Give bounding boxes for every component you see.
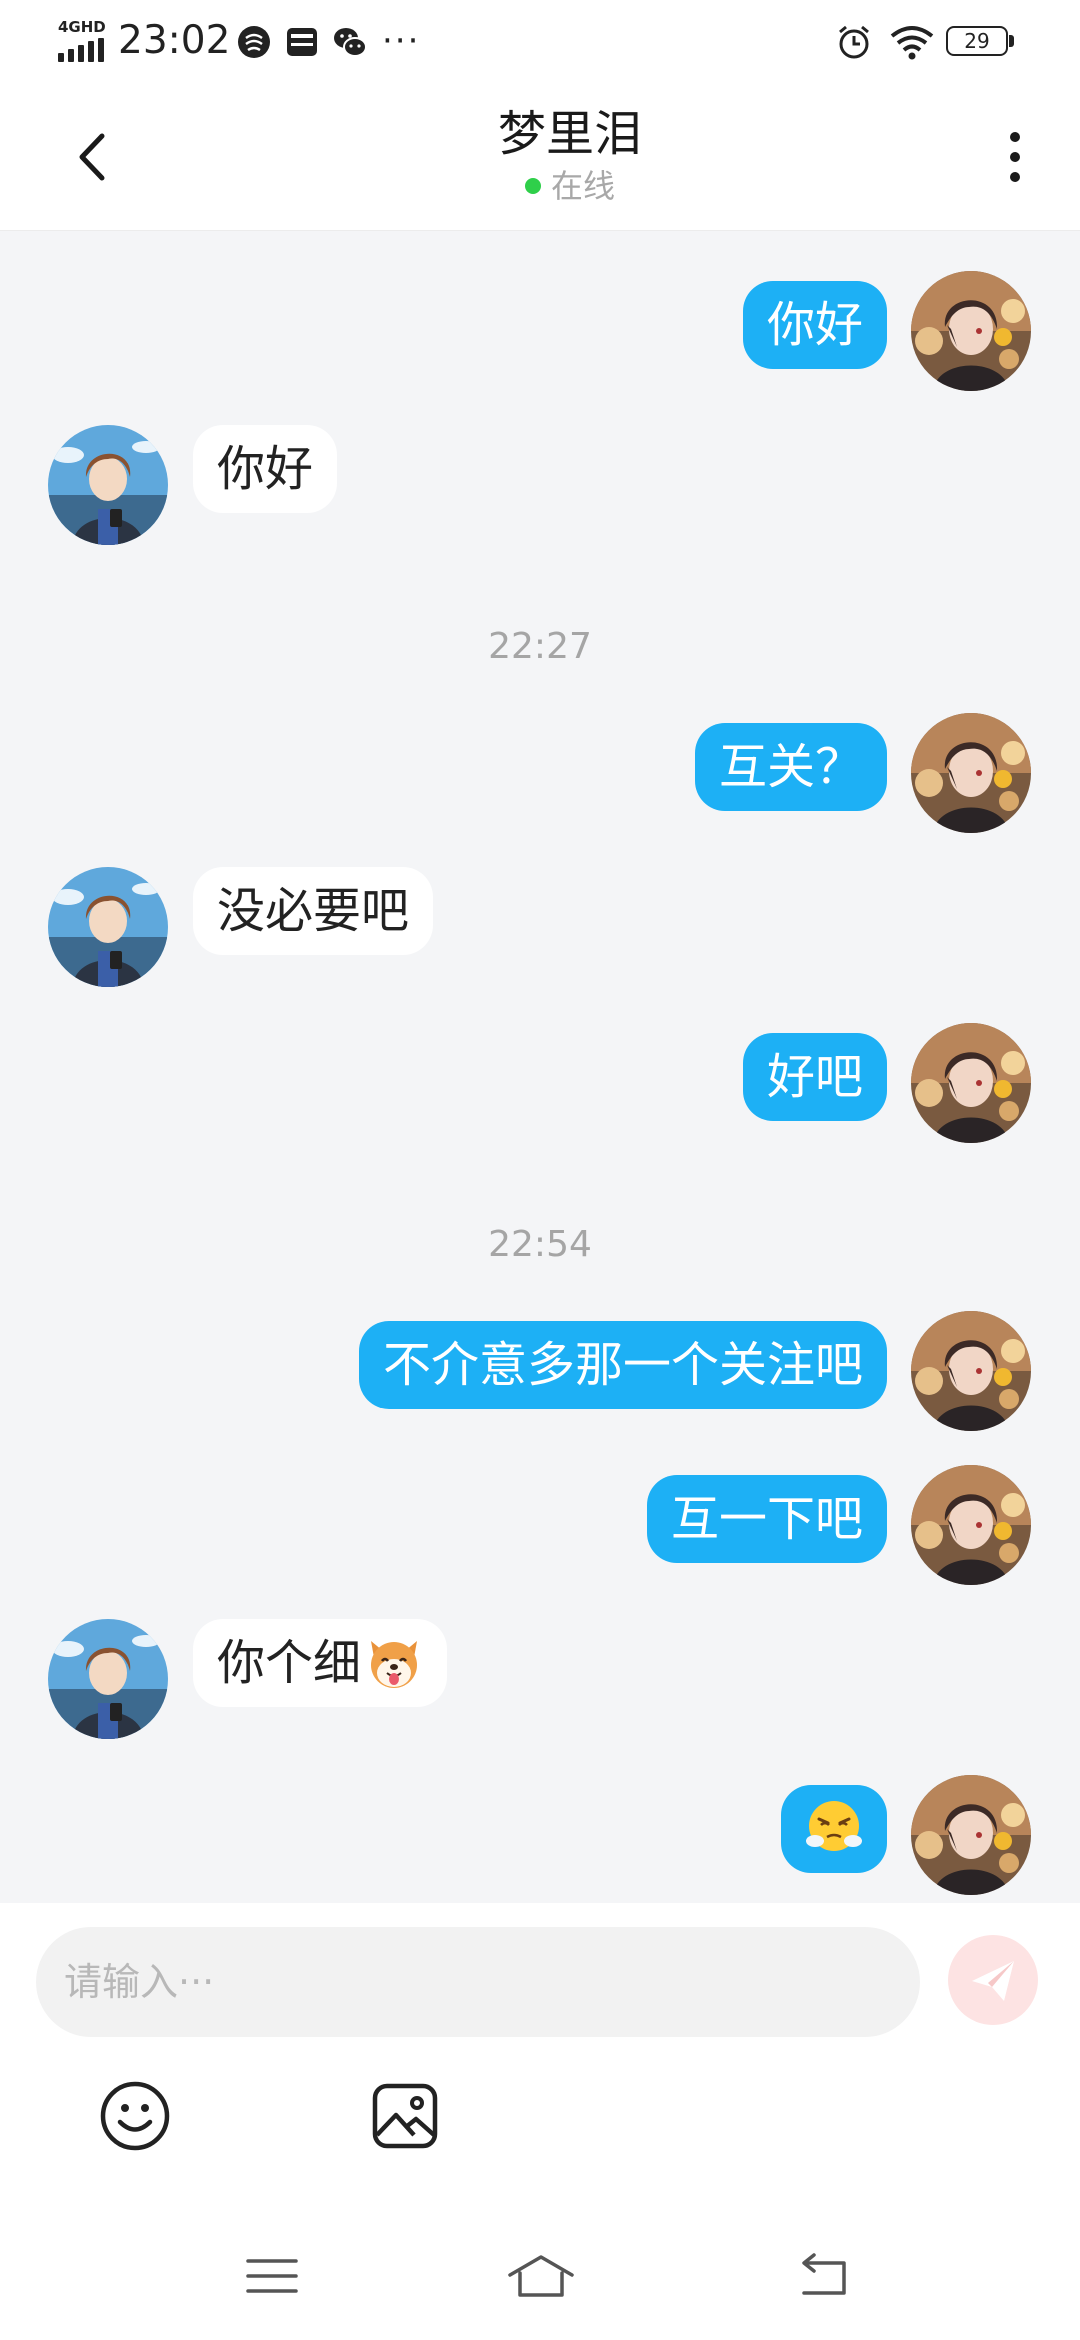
message-text: 你个细 <box>217 1635 362 1691</box>
message-bubble[interactable]: 不介意多那一个关注吧 <box>358 1321 887 1409</box>
my-avatar[interactable] <box>911 1775 1031 1895</box>
back-arrow-icon[interactable] <box>60 122 130 192</box>
smiley-icon[interactable] <box>98 2079 172 2153</box>
timestamp: 22:54 <box>488 1224 592 1265</box>
my-avatar[interactable] <box>911 1023 1031 1143</box>
contact-avatar[interactable] <box>48 425 168 545</box>
message-bubble[interactable]: 好吧 <box>742 1033 887 1121</box>
message-list[interactable]: 你好 你好 22:27 互关？ 没必要吧 好吧 22:54 不介意多那一个关注吧… <box>0 231 1080 1903</box>
signal-bars-icon <box>58 38 108 62</box>
more-vertical-icon[interactable] <box>990 124 1040 190</box>
alarm-icon <box>839 25 869 59</box>
home-icon[interactable] <box>506 2251 576 2301</box>
wechat-icon <box>334 28 367 57</box>
status-bar: 4GHD 23:02 ··· 29 <box>0 0 1080 84</box>
signal-indicator: 4GHD <box>58 18 108 62</box>
contact-name: 梦里泪 <box>497 106 642 162</box>
image-icon[interactable] <box>368 2079 442 2153</box>
soul-app-icon <box>238 26 270 58</box>
message-composer: 请输入··· <box>0 1903 1080 2207</box>
system-nav-bar <box>0 2207 1080 2340</box>
back-icon[interactable] <box>794 2251 854 2301</box>
network-type-label: 4GHD <box>58 18 106 36</box>
online-status-label: 在线 <box>550 167 615 205</box>
message-bubble[interactable]: 你好 <box>742 281 887 369</box>
wifi-icon <box>890 26 934 60</box>
contact-avatar[interactable] <box>48 867 168 987</box>
my-avatar[interactable] <box>911 1465 1031 1585</box>
message-bubble[interactable]: 你好 <box>193 425 338 513</box>
online-status: 在线 <box>340 166 800 206</box>
more-notifications-indicator: ··· <box>382 21 421 61</box>
message-bubble[interactable]: 互一下吧 <box>646 1475 887 1563</box>
card-icon <box>287 28 317 56</box>
message-bubble[interactable]: 你个细 <box>193 1619 448 1707</box>
send-icon <box>972 1961 1014 2001</box>
menu-icon[interactable] <box>242 2251 302 2301</box>
chat-screen: 4GHD 23:02 ··· 29 梦里泪 在线 你好 你好 22:27 互关？… <box>0 0 1080 2340</box>
message-bubble[interactable] <box>781 1785 887 1873</box>
my-avatar[interactable] <box>911 271 1031 391</box>
timestamp: 22:27 <box>488 626 592 667</box>
online-dot-icon <box>524 178 541 194</box>
battery-icon: 29 <box>946 26 1016 58</box>
message-bubble[interactable]: 互关？ <box>694 723 887 811</box>
message-input[interactable]: 请输入··· <box>36 1927 920 2037</box>
battery-level: 29 <box>946 26 1008 56</box>
my-avatar[interactable] <box>911 713 1031 833</box>
huffing-face-emoji <box>806 1801 862 1851</box>
message-bubble[interactable]: 没必要吧 <box>193 867 434 955</box>
clock: 23:02 <box>118 18 231 63</box>
shiba-dog-emoji <box>371 1641 418 1688</box>
my-avatar[interactable] <box>911 1311 1031 1431</box>
send-button[interactable] <box>948 1935 1038 2025</box>
chat-header: 梦里泪 在线 <box>0 84 1080 231</box>
message-input-placeholder: 请输入··· <box>64 1960 215 2004</box>
contact-avatar[interactable] <box>48 1619 168 1739</box>
